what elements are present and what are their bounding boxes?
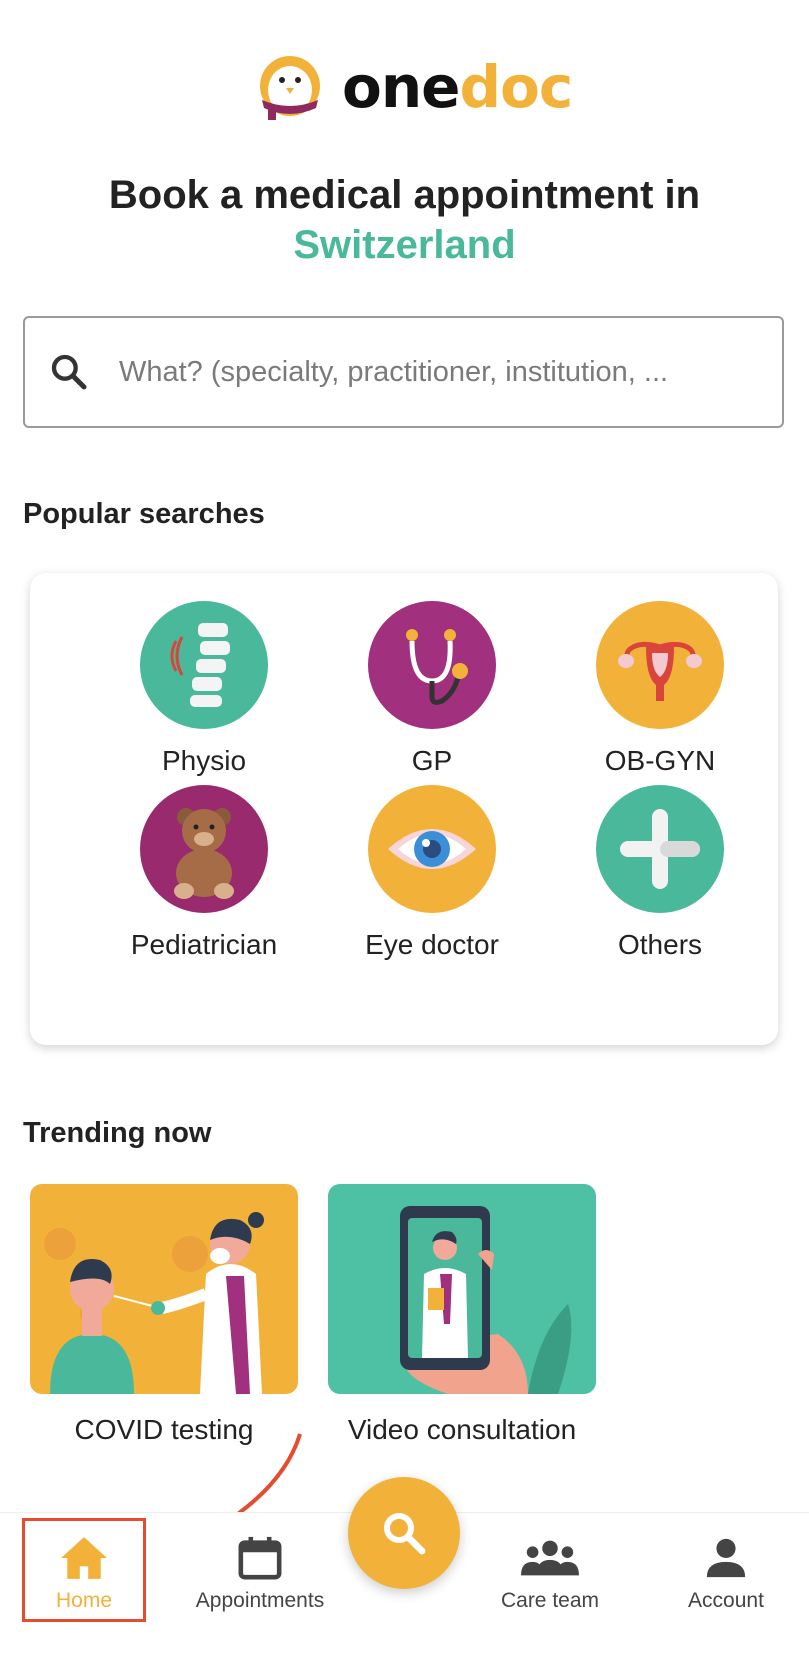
nav-account-label: Account	[688, 1589, 764, 1612]
headline-country: Switzerland	[293, 223, 516, 267]
nav-appointments[interactable]: Appointments	[180, 1535, 340, 1613]
plus-icon	[596, 785, 724, 913]
covid-testing-illustration	[30, 1184, 298, 1394]
popular-item-label: Others	[617, 929, 703, 960]
uterus-icon	[596, 601, 724, 729]
search-icon	[384, 1513, 426, 1555]
brand-name-part1: one	[342, 53, 460, 121]
stethoscope-icon	[368, 601, 496, 729]
popular-item-label: GP	[411, 745, 453, 776]
onedoc-logo: onedoc	[250, 50, 573, 128]
popular-item-gp[interactable]: GP	[322, 601, 542, 777]
search-input[interactable]	[117, 346, 761, 398]
popular-item-label: OB-GYN	[604, 745, 716, 776]
popular-searches-title: Popular searches	[23, 498, 265, 530]
annotation-highlight-box	[22, 1518, 146, 1622]
teddy-bear-icon	[140, 785, 268, 913]
nav-care-team-label: Care team	[500, 1589, 600, 1612]
trending-item-covid-testing[interactable]: COVID testing	[30, 1184, 298, 1446]
calendar-icon	[238, 1536, 282, 1580]
popular-searches-card: Physio GP OB-GYN Pediatrician Eye doctor…	[30, 573, 778, 1045]
video-consultation-illustration	[328, 1184, 596, 1394]
eye-icon	[368, 785, 496, 913]
search-fab-button[interactable]	[348, 1477, 460, 1589]
brand-name-part2: doc	[459, 53, 573, 121]
popular-item-label: Physio	[161, 745, 247, 776]
spine-icon	[140, 601, 268, 729]
popular-item-ob-gyn[interactable]: OB-GYN	[550, 601, 770, 777]
nav-account[interactable]: Account	[660, 1535, 792, 1613]
search-icon	[51, 354, 87, 390]
popular-item-pediatrician[interactable]: Pediatrician	[94, 785, 314, 961]
popular-item-physio[interactable]: Physio	[94, 601, 314, 777]
person-icon	[706, 1538, 746, 1578]
trending-item-label: Video consultation	[347, 1414, 577, 1445]
people-icon	[521, 1540, 579, 1576]
nav-appointments-label: Appointments	[195, 1589, 325, 1612]
headline-line1: Book a medical appointment in	[108, 173, 701, 217]
popular-item-eye-doctor[interactable]: Eye doctor	[322, 785, 542, 961]
penguin-mascot-icon	[260, 56, 320, 120]
popular-item-label: Pediatrician	[130, 929, 278, 960]
trending-now-title: Trending now	[23, 1117, 212, 1149]
page-headline: Book a medical appointment in Switzerlan…	[0, 170, 809, 270]
search-box[interactable]	[23, 316, 784, 428]
popular-item-others[interactable]: Others	[550, 785, 770, 961]
popular-item-label: Eye doctor	[365, 929, 499, 960]
trending-item-video-consultation[interactable]: Video consultation	[328, 1184, 596, 1446]
nav-care-team[interactable]: Care team	[480, 1535, 620, 1613]
